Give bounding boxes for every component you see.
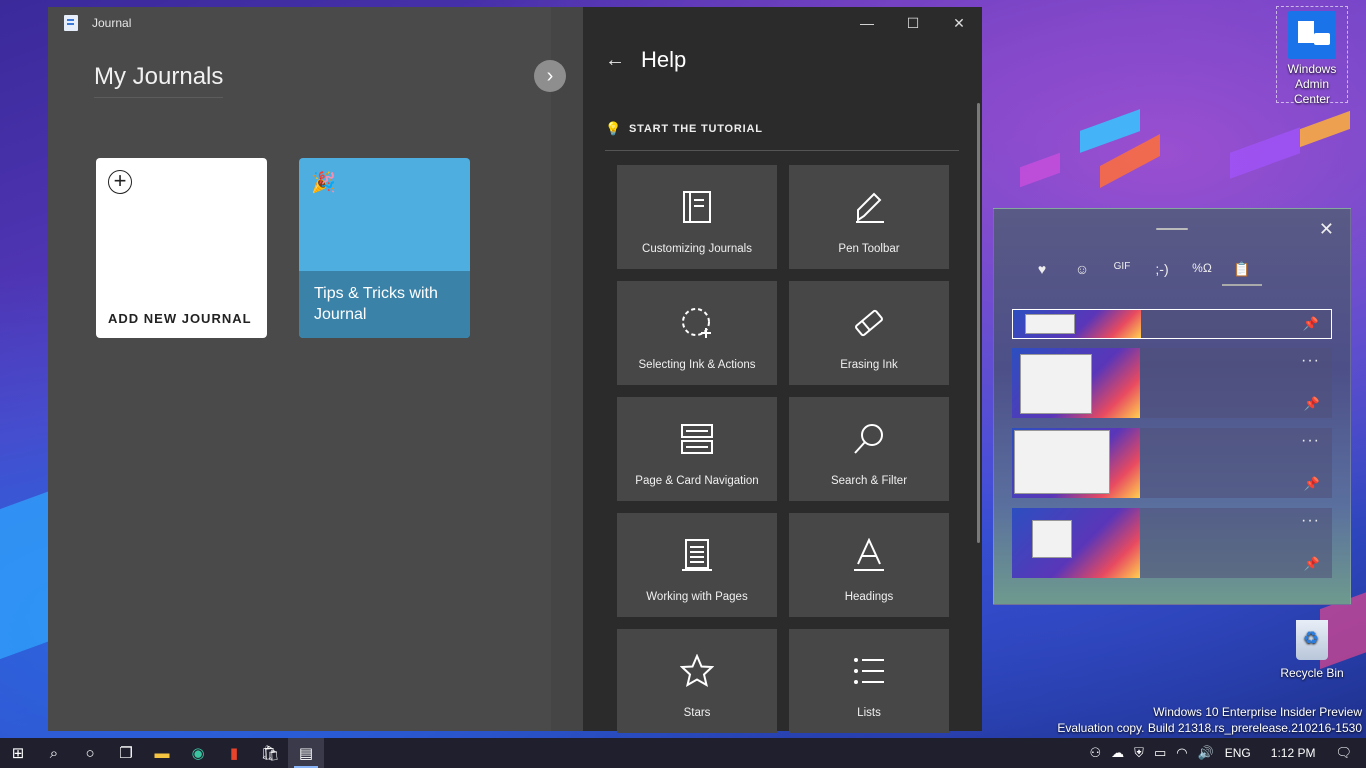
cortana-icon[interactable]: ○ (72, 738, 108, 768)
clipboard-icon[interactable]: 📋 (1222, 261, 1262, 286)
eraser-icon (847, 301, 891, 345)
emoji-icon[interactable]: ☺ (1062, 261, 1102, 286)
windows-admin-center-icon (1288, 11, 1336, 59)
search-icon[interactable]: ⌕ (36, 738, 72, 768)
volume-icon[interactable]: 🔊 (1193, 745, 1219, 761)
help-header: ← Help (605, 47, 686, 73)
help-tile-selecting-ink[interactable]: Selecting Ink & Actions (617, 281, 777, 385)
tips-journal-card[interactable]: 🎉 Tips & Tricks with Journal (299, 158, 470, 338)
office-icon[interactable]: ▮ (216, 738, 252, 768)
security-icon[interactable]: ⛨ (1129, 745, 1149, 761)
pen-icon (847, 185, 891, 229)
pin-icon[interactable]: 📌 (1304, 396, 1320, 412)
pin-icon[interactable]: 📌 (1304, 556, 1320, 572)
scrollbar[interactable] (977, 103, 980, 543)
wifi-icon[interactable]: ◠ (1171, 745, 1192, 761)
chevron-right-icon[interactable]: › (534, 60, 566, 92)
title-bar[interactable]: Journal (48, 7, 583, 39)
help-tile-search-filter[interactable]: Search & Filter (789, 397, 949, 501)
clipboard-thumbnail (1012, 348, 1140, 418)
list-icon (847, 649, 891, 693)
help-title: Help (641, 47, 687, 72)
start-icon[interactable]: ⊞ (0, 738, 36, 768)
file-explorer-icon[interactable]: ▬ (144, 738, 180, 768)
drag-handle[interactable] (1156, 228, 1188, 230)
help-tile-page-card-navigation[interactable]: Page & Card Navigation (617, 397, 777, 501)
system-tray: ⚇ ☁ ⛨ ▭ ◠ 🔊 ENG 1:12 PM 🗨 (1085, 738, 1366, 768)
clipboard-flyout: ✕ ♥ ☺ GIF ;-) %Ω 📋 📌 ··· 📌 ··· 📌 ··· 📌 (993, 208, 1351, 605)
desktop-icon-recycle-bin[interactable]: Recycle Bin (1276, 612, 1348, 681)
help-pane: — ☐ ✕ ← Help 💡 START THE TUTORIAL Custom… (583, 7, 982, 733)
help-tile-working-with-pages[interactable]: Working with Pages (617, 513, 777, 617)
window-controls: — ☐ ✕ (844, 7, 982, 39)
star-icon (675, 649, 719, 693)
help-tile-customizing-journals[interactable]: Customizing Journals (617, 165, 777, 269)
clipboard-item[interactable]: ··· 📌 (1012, 428, 1332, 498)
language-indicator[interactable]: ENG (1219, 746, 1257, 760)
close-icon[interactable]: ✕ (1319, 219, 1334, 240)
gif-icon[interactable]: GIF (1102, 261, 1142, 286)
page-title: My Journals (94, 63, 224, 98)
clipboard-thumbnail (1012, 508, 1140, 578)
lightbulb-icon: 💡 (605, 120, 622, 136)
recycle-bin-icon (1290, 612, 1334, 662)
more-options-icon[interactable]: ··· (1301, 432, 1320, 450)
clipboard-thumbnail (1013, 310, 1141, 338)
clipboard-item[interactable]: ··· 📌 (1012, 508, 1332, 578)
onedrive-icon[interactable]: ☁ (1106, 745, 1129, 761)
edge-icon[interactable]: ◉ (180, 738, 216, 768)
pane-divider (551, 7, 583, 731)
journal-window: Journal My Journals › + ADD NEW JOURNAL … (48, 7, 982, 733)
notebook-icon (675, 185, 719, 229)
start-tutorial-button[interactable]: 💡 START THE TUTORIAL (605, 107, 959, 151)
lasso-icon (675, 301, 719, 345)
app-title: Journal (92, 16, 132, 30)
kaomoji-icon[interactable]: ;-) (1142, 261, 1182, 286)
heart-icon[interactable]: ♥ (1022, 261, 1062, 286)
journal-app-icon (64, 15, 78, 31)
pin-icon[interactable]: 📌 (1303, 316, 1319, 332)
store-icon[interactable]: 🛍 (252, 738, 288, 768)
clipboard-item[interactable]: ··· 📌 (1012, 348, 1332, 418)
build-watermark: Windows 10 Enterprise Insider Preview Ev… (1057, 705, 1362, 735)
clipboard-item[interactable]: 📌 (1012, 309, 1332, 339)
heading-icon (847, 533, 891, 577)
more-options-icon[interactable]: ··· (1301, 512, 1320, 530)
add-new-journal-label: ADD NEW JOURNAL (108, 311, 252, 326)
help-tile-stars[interactable]: Stars (617, 629, 777, 733)
cards-icon (675, 417, 719, 461)
journal-taskbar-icon[interactable]: ▤ (288, 738, 324, 768)
close-icon[interactable]: ✕ (936, 7, 982, 39)
back-arrow-icon[interactable]: ← (605, 49, 629, 72)
task-view-icon[interactable]: ❐ (108, 738, 144, 768)
taskbar: ⊞ ⌕ ○ ❐ ▬ ◉ ▮ 🛍 ▤ ⚇ ☁ ⛨ ▭ ◠ 🔊 ENG 1:12 P… (0, 738, 1366, 768)
help-tile-headings[interactable]: Headings (789, 513, 949, 617)
pin-icon[interactable]: 📌 (1304, 476, 1320, 492)
help-tile-lists[interactable]: Lists (789, 629, 949, 733)
clipboard-tabs: ♥ ☺ GIF ;-) %Ω 📋 (1022, 261, 1262, 286)
people-icon[interactable]: ⚇ (1085, 745, 1107, 761)
clock[interactable]: 1:12 PM (1257, 746, 1330, 760)
help-tile-erasing-ink[interactable]: Erasing Ink (789, 281, 949, 385)
symbols-icon[interactable]: %Ω (1182, 261, 1222, 286)
minimize-icon[interactable]: — (844, 7, 890, 39)
add-icon: + (108, 170, 132, 194)
tips-journal-title: Tips & Tricks with Journal (299, 271, 470, 338)
confetti-icon: 🎉 (311, 172, 336, 194)
desktop-icon-windows-admin-center[interactable]: Windows Admin Center (1276, 6, 1348, 106)
page-icon (675, 533, 719, 577)
search-icon (847, 417, 891, 461)
add-new-journal-card[interactable]: + ADD NEW JOURNAL (96, 158, 267, 338)
start-tutorial-label: START THE TUTORIAL (629, 122, 763, 135)
clipboard-thumbnail (1012, 428, 1140, 498)
maximize-icon[interactable]: ☐ (890, 7, 936, 39)
more-options-icon[interactable]: ··· (1301, 352, 1320, 370)
action-center-icon[interactable]: 🗨 (1329, 745, 1366, 761)
journals-pane: Journal My Journals › + ADD NEW JOURNAL … (48, 7, 583, 731)
help-tile-pen-toolbar[interactable]: Pen Toolbar (789, 165, 949, 269)
battery-icon[interactable]: ▭ (1149, 745, 1171, 761)
